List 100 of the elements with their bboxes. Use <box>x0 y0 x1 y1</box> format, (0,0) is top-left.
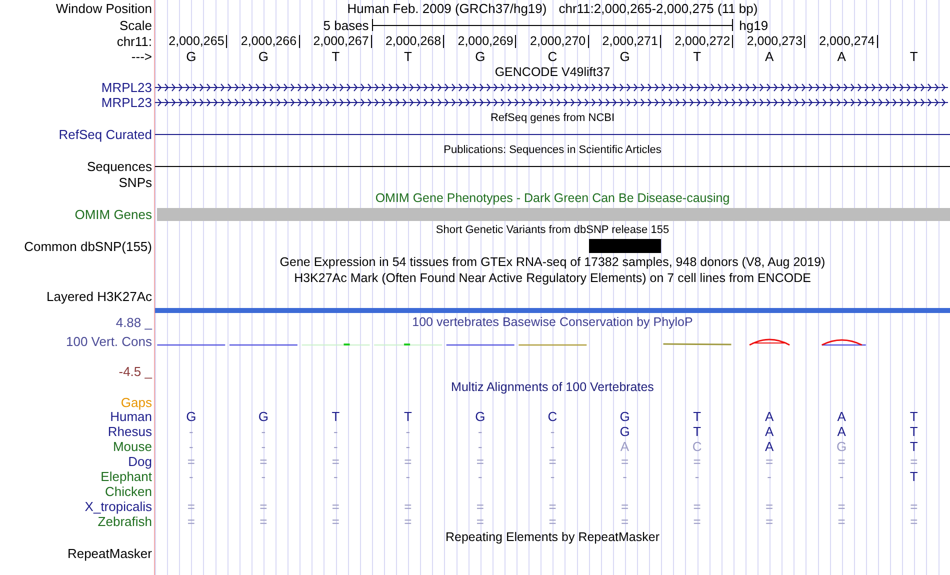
aligned-base: A <box>764 410 775 423</box>
base-letter: T <box>692 50 702 63</box>
position-text: chr11:2,000,265-2,000,275 (11 bp) <box>558 2 758 15</box>
base-letter: A <box>764 50 775 63</box>
aligned-base: T <box>402 410 413 423</box>
species-label: Rhesus <box>108 425 152 438</box>
gene-label: MRPL23 <box>101 81 152 94</box>
aligned-base: - <box>404 470 412 483</box>
aligned-base: = <box>548 500 558 513</box>
aligned-base: G <box>618 410 631 423</box>
gene-label: MRPL23 <box>101 96 152 109</box>
assembly-title: Human Feb. 2009 (GRCh37/hg19) <box>347 2 547 15</box>
aligned-base: A <box>619 440 630 453</box>
base-letter: T <box>908 50 919 63</box>
track-label: Scale <box>119 18 152 32</box>
coordinate-label: 2,000,272 <box>674 34 732 48</box>
aligned-base: - <box>260 470 267 483</box>
base-letter: T <box>330 50 341 63</box>
aligned-base: - <box>188 440 194 453</box>
coordinate-label: 2,000,274 <box>819 34 876 48</box>
aligned-base: = <box>548 455 558 468</box>
scale-length: 5 bases <box>322 18 370 32</box>
track-label: chr11: <box>116 34 152 48</box>
coordinate-label: 2,000,267 <box>313 34 370 48</box>
track-label: RefSeq Curated <box>58 128 152 140</box>
base-letter: G <box>185 50 198 63</box>
aligned-base: - <box>477 470 484 483</box>
species-label: Human <box>110 410 152 423</box>
aligned-base: - <box>549 440 556 453</box>
track-label: Window Position <box>56 2 152 15</box>
aligned-base: - <box>260 425 267 438</box>
track-title: H3K27Ac Mark (Often Found Near Active Regulatory Elements) on 7 cell lines from ENCODE <box>293 272 812 284</box>
aligned-base: = <box>548 515 558 528</box>
aligned-base: = <box>258 515 268 528</box>
aligned-base: T <box>692 410 702 423</box>
coordinate-label: 2,000,265 <box>168 34 226 48</box>
aligned-base: = <box>403 500 413 513</box>
aligned-base: = <box>330 500 340 513</box>
aligned-base: = <box>692 500 702 513</box>
species-label: X_tropicalis <box>84 500 152 513</box>
track-title: Multiz Alignments of 100 Vertebrates <box>450 380 655 394</box>
aligned-base: - <box>766 470 772 483</box>
base-letter: C <box>546 50 558 63</box>
aligned-base: T <box>692 425 702 438</box>
aligned-base: = <box>475 515 486 528</box>
track-label: Layered H3K27Ac <box>46 290 152 303</box>
aligned-base: = <box>620 500 630 513</box>
track-label: Common dbSNP(155) <box>24 240 152 252</box>
aligned-base: T <box>908 440 919 453</box>
species-label: Chicken <box>105 485 152 498</box>
aligned-base: G <box>185 410 198 423</box>
aligned-base: T <box>908 410 919 423</box>
species-label: Elephant <box>100 470 152 483</box>
track-title: GENCODE V49lift37 <box>494 66 612 78</box>
coordinate-label: 2,000,268 <box>385 34 442 48</box>
track-label: 100 Vert. Cons <box>66 335 152 348</box>
coordinate-label: 2,000,266 <box>240 34 298 48</box>
track-label: Gaps <box>120 396 152 408</box>
base-letter: G <box>257 50 270 63</box>
aligned-base: = <box>475 455 486 468</box>
aligned-base: - <box>332 470 339 483</box>
aligned-base: = <box>186 455 196 468</box>
track-title: Gene Expression in 54 tissues from GTEx RNA-seq of 17382 samples, 948 donors (V8, Aug 2019) <box>278 256 826 268</box>
aligned-base: C <box>691 440 703 453</box>
coordinate-label: 2,000,271 <box>602 34 659 48</box>
track-title: Short Genetic Variants from dbSNP release 155 <box>434 224 670 236</box>
aligned-base: - <box>332 440 339 453</box>
axis-max-label: 4.88 _ <box>116 316 152 328</box>
aligned-base: T <box>908 470 919 483</box>
track-title: Repeating Elements by RepeatMasker <box>444 530 660 544</box>
track-label: Sequences <box>86 160 152 172</box>
track-title: 100 vertebrates Basewise Conservation by PhyloP <box>411 316 694 328</box>
aligned-base: - <box>260 440 267 453</box>
aligned-base: - <box>404 425 412 438</box>
track-title: OMIM Gene Phenotypes - Dark Green Can Be Disease-causing <box>374 192 731 204</box>
aligned-base: = <box>909 515 919 528</box>
aligned-base: = <box>403 515 413 528</box>
track-label: RepeatMasker <box>67 546 152 560</box>
aligned-base: - <box>622 470 628 483</box>
aligned-base: - <box>188 425 194 438</box>
aligned-base: T <box>908 425 919 438</box>
species-label: Dog <box>128 455 152 468</box>
aligned-base: G <box>474 410 486 423</box>
track-title: Publications: Sequences in Scientific Articles <box>442 144 662 156</box>
aligned-base: = <box>836 515 846 528</box>
coordinate-label: 2,000,269 <box>458 34 514 48</box>
aligned-base: = <box>186 515 196 528</box>
base-letter: G <box>618 50 631 63</box>
aligned-base: G <box>618 425 631 438</box>
aligned-base: - <box>188 470 194 483</box>
aligned-base: - <box>549 425 556 438</box>
aligned-base: - <box>838 470 845 483</box>
aligned-base: A <box>836 410 847 423</box>
assembly-label: hg19 <box>738 18 770 32</box>
base-letter: G <box>474 50 486 63</box>
species-label: Zebrafish <box>98 515 152 528</box>
aligned-base: = <box>258 500 268 513</box>
aligned-base: = <box>258 455 268 468</box>
aligned-base: = <box>764 500 774 513</box>
coordinate-label: 2,000,273 <box>746 34 804 48</box>
